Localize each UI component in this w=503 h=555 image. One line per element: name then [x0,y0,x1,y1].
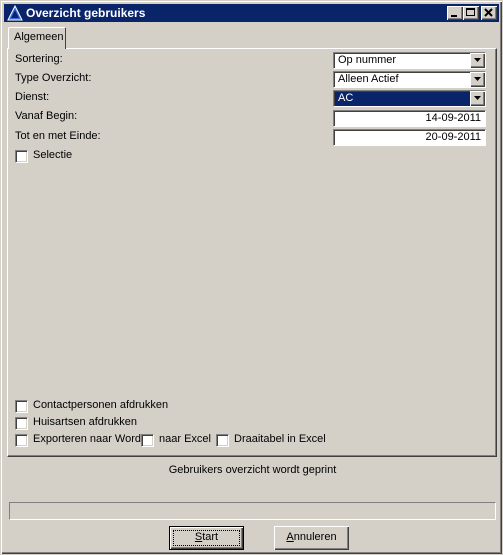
export-excel-label[interactable]: naar Excel [159,433,211,445]
dienst-dropdown-button[interactable] [470,91,485,106]
annuleren-button[interactable]: Annuleren [274,526,349,550]
chevron-down-icon [474,77,481,81]
tot-einde-label: Tot en met Einde: [15,130,101,142]
minimize-button[interactable] [447,6,463,20]
chevron-down-icon [474,96,481,100]
sortering-dropdown-button[interactable] [470,53,485,68]
dienst-dropdown[interactable]: AC [333,90,486,107]
title-bar[interactable]: Overzicht gebruikers [4,4,499,22]
draaitabel-label[interactable]: Draaitabel in Excel [234,433,326,445]
huisartsen-checkbox[interactable] [15,417,28,430]
focus-rect [173,530,240,546]
draaitabel-checkbox[interactable] [216,434,229,447]
huisartsen-label[interactable]: Huisartsen afdrukken [33,416,137,428]
dienst-label: Dienst: [15,91,50,103]
type-overzicht-value: Alleen Actief [338,73,399,85]
export-word-checkbox[interactable] [15,434,28,447]
vanaf-begin-date-field[interactable]: 14-09-2011 [333,110,486,127]
type-overzicht-dropdown[interactable]: Alleen Actief [333,71,486,88]
triangle-app-icon [7,5,23,21]
contactpersonen-label[interactable]: Contactpersonen afdrukken [33,399,168,411]
sortering-value: Op nummer [338,54,397,66]
tot-einde-value: 20-09-2011 [425,131,481,143]
minimize-icon [451,15,457,17]
export-word-label[interactable]: Exporteren naar Word [33,433,141,445]
selectie-checkbox[interactable] [15,150,28,163]
close-button[interactable] [481,6,497,20]
dialog-window: Overzicht gebruikers Algemeen Sortering:… [0,0,503,555]
maximize-button[interactable] [463,6,479,20]
tab-algemeen-label: Algemeen [14,31,64,43]
dienst-value: AC [338,92,354,104]
maximize-icon [466,8,475,16]
sortering-label: Sortering: [15,53,63,65]
type-overzicht-dropdown-button[interactable] [470,72,485,87]
annuleren-mnemonic: A [286,531,294,543]
tot-einde-date-field[interactable]: 20-09-2011 [333,129,486,146]
sortering-dropdown[interactable]: Op nummer [333,52,486,69]
tab-algemeen[interactable]: Algemeen [8,27,66,49]
start-button[interactable]: Start [169,526,244,550]
type-overzicht-label: Type Overzicht: [15,72,92,84]
export-excel-checkbox[interactable] [141,434,154,447]
annuleren-label-rest: nnuleren [293,531,337,543]
contactpersonen-checkbox[interactable] [15,400,28,413]
close-icon [484,8,493,17]
window-title: Overzicht gebruikers [26,6,146,20]
chevron-down-icon [474,58,481,62]
status-text: Gebruikers overzicht wordt geprint [168,464,337,476]
vanaf-begin-value: 14-09-2011 [425,112,481,124]
vanaf-begin-label: Vanaf Begin: [15,110,78,122]
progress-bar [9,502,496,520]
selectie-label[interactable]: Selectie [33,149,72,161]
